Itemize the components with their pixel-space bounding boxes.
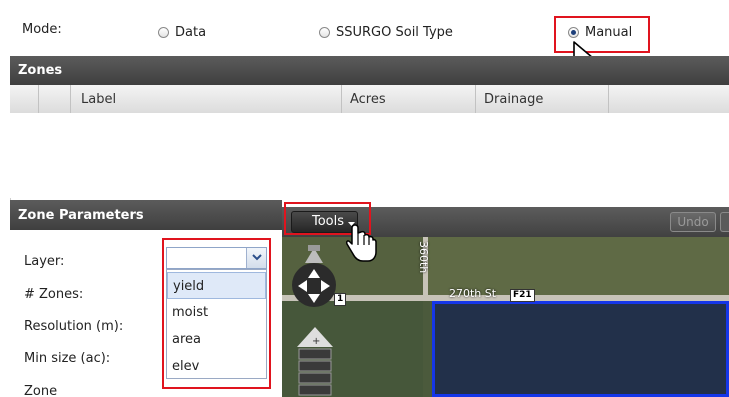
zone-params-title: Zone Parameters [18, 208, 144, 223]
zones-col-2[interactable] [39, 85, 71, 113]
num-zones-label: # Zones: [24, 287, 84, 302]
zones-panel-header: Zones [10, 56, 729, 85]
pan-control-icon[interactable] [290, 245, 338, 317]
zones-table-body [10, 113, 729, 198]
road-label-360th: 360th [417, 241, 430, 274]
zone-label-partial: Zone [24, 384, 58, 397]
layer-highlight-box [162, 238, 271, 389]
zones-table-header: Label Acres Drainage [10, 85, 729, 114]
hand-cursor-icon [346, 224, 377, 262]
undo-button[interactable]: Undo [670, 212, 716, 232]
mode-option-data[interactable]: Data [158, 25, 206, 40]
svg-text:+: + [312, 336, 320, 347]
radio-data[interactable] [158, 27, 169, 38]
road-label-270th: 270th St [449, 287, 497, 300]
mode-option-data-label: Data [175, 25, 207, 40]
toolbar-next-button[interactable] [720, 212, 729, 232]
mode-option-ssurgo-label: SSURGO Soil Type [336, 25, 453, 40]
layer-label: Layer: [24, 254, 65, 269]
mode-option-ssurgo[interactable]: SSURGO Soil Type [319, 25, 453, 40]
zones-col-label[interactable]: Label [71, 85, 342, 113]
route-tag-f21: F21 [510, 289, 535, 302]
zones-col-acres[interactable]: Acres [342, 85, 476, 113]
zones-col-1[interactable] [10, 85, 39, 113]
manual-highlight-box [554, 16, 650, 53]
mode-label: Mode: [22, 22, 62, 37]
zones-col-extra[interactable] [609, 85, 729, 113]
zones-col-drainage[interactable]: Drainage [476, 85, 609, 113]
zone-params-header: Zone Parameters [10, 200, 282, 230]
radio-ssurgo[interactable] [319, 27, 330, 38]
zones-title: Zones [18, 63, 63, 78]
min-size-label: Min size (ac): [24, 351, 111, 366]
resolution-label: Resolution (m): [24, 319, 124, 334]
zoom-slider-icon[interactable]: + [296, 327, 334, 397]
field-boundary[interactable] [432, 301, 729, 397]
app-window: Mode: Data SSURGO Soil Type Manual Zones… [0, 0, 729, 397]
